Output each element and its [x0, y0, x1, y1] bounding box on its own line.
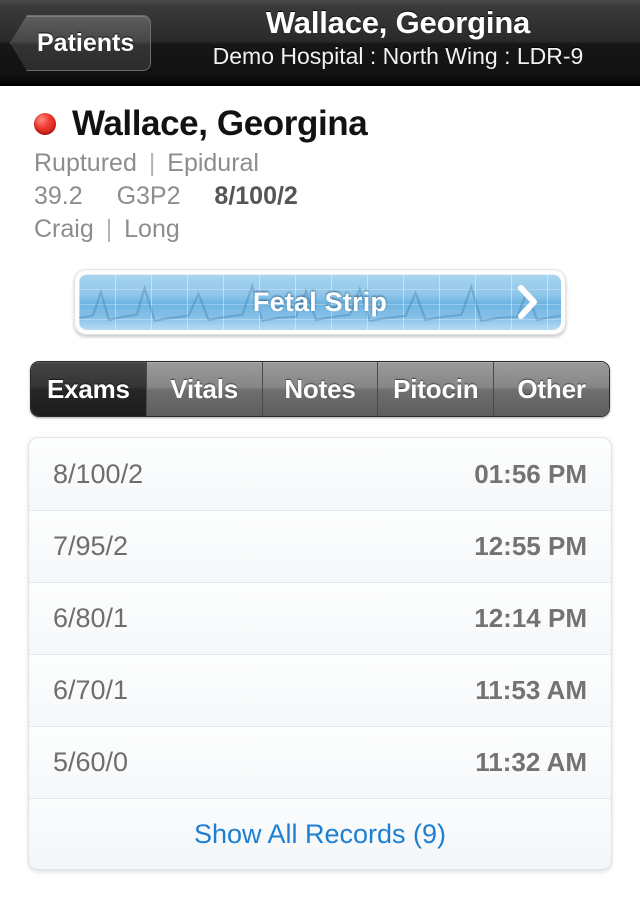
- back-button-label: Patients: [37, 29, 135, 57]
- patient-gravida-para: G3P2: [116, 182, 181, 210]
- record-timestamp: 12:14 PM: [474, 603, 587, 633]
- tab-pitocin[interactable]: Pitocin: [377, 362, 494, 416]
- tab-other[interactable]: Other: [493, 362, 609, 416]
- table-row[interactable]: 6/80/1 12:14 PM: [29, 582, 611, 654]
- text-separator-1: |: [148, 149, 156, 177]
- record-exam-value: 6/70/1: [53, 675, 129, 705]
- page-subtitle-location: Demo Hospital : North Wing : LDR-9: [212, 43, 584, 69]
- tab-notes-label: Notes: [284, 373, 356, 404]
- page-title: Wallace, Georgina: [265, 5, 531, 40]
- text-separator-2: |: [105, 215, 113, 243]
- exam-records-list: 8/100/2 01:56 PM 7/95/2 12:55 PM 6/80/1 …: [28, 437, 612, 870]
- patient-care-team: Craig | Long: [34, 214, 640, 245]
- show-all-records-label: Show All Records (9): [193, 818, 447, 849]
- table-row[interactable]: 8/100/2 01:56 PM: [29, 438, 611, 510]
- fetal-strip-button-frame: Fetal Strip: [74, 269, 566, 335]
- patient-anesthesia: Epidural: [167, 149, 259, 177]
- record-exam-value: 7/95/2: [53, 531, 129, 561]
- patient-membranes-anesthesia: Ruptured | Epidural: [34, 148, 640, 179]
- patient-name-row: Wallace, Georgina: [34, 102, 640, 146]
- show-all-records-button[interactable]: Show All Records (9): [29, 798, 611, 869]
- navbar-title-group: Wallace, Georgina Demo Hospital : North …: [170, 4, 626, 70]
- patient-name: Wallace, Georgina: [72, 104, 368, 143]
- record-timestamp: 01:56 PM: [474, 458, 587, 489]
- tab-notes[interactable]: Notes: [261, 362, 378, 416]
- tab-pitocin-label: Pitocin: [393, 373, 479, 404]
- segmented-tab-bar[interactable]: Exams Vitals Notes Pitocin Other: [30, 361, 610, 417]
- record-timestamp: 11:53 AM: [475, 675, 587, 705]
- patient-nurse: Long: [124, 215, 180, 243]
- fetal-strip-button[interactable]: Fetal Strip: [79, 274, 561, 330]
- back-button-patients[interactable]: Patients: [10, 15, 152, 71]
- fetal-strip-label: Fetal Strip: [252, 286, 388, 317]
- tab-other-label: Other: [517, 373, 586, 404]
- tab-exams[interactable]: Exams: [31, 362, 146, 416]
- table-row[interactable]: 7/95/2 12:55 PM: [29, 510, 611, 582]
- record-exam-value: 5/60/0: [53, 747, 129, 777]
- table-row[interactable]: 6/70/1 11:53 AM: [29, 654, 611, 726]
- status-dot-icon: [34, 113, 56, 135]
- tab-vitals[interactable]: Vitals: [145, 362, 262, 416]
- tab-exams-label: Exams: [46, 373, 130, 404]
- patient-ga-parity-exam: 39.2 G3P2 8/100/2: [34, 181, 640, 212]
- table-row[interactable]: 5/60/0 11:32 AM: [29, 726, 611, 798]
- tab-vitals-label: Vitals: [170, 373, 239, 404]
- chevron-right-icon: [517, 284, 539, 320]
- patient-last-exam: 8/100/2: [214, 182, 298, 210]
- patient-provider: Craig: [34, 215, 94, 243]
- patient-summary: Wallace, Georgina Ruptured | Epidural 39…: [0, 86, 640, 245]
- record-timestamp: 11:32 AM: [475, 747, 587, 777]
- record-timestamp: 12:55 PM: [474, 531, 587, 561]
- patient-membranes: Ruptured: [34, 149, 137, 177]
- patient-gestational-age: 39.2: [34, 182, 83, 210]
- record-exam-value: 6/80/1: [53, 603, 129, 633]
- record-exam-value: 8/100/2: [53, 458, 144, 489]
- navigation-bar: Patients Wallace, Georgina Demo Hospital…: [0, 0, 640, 86]
